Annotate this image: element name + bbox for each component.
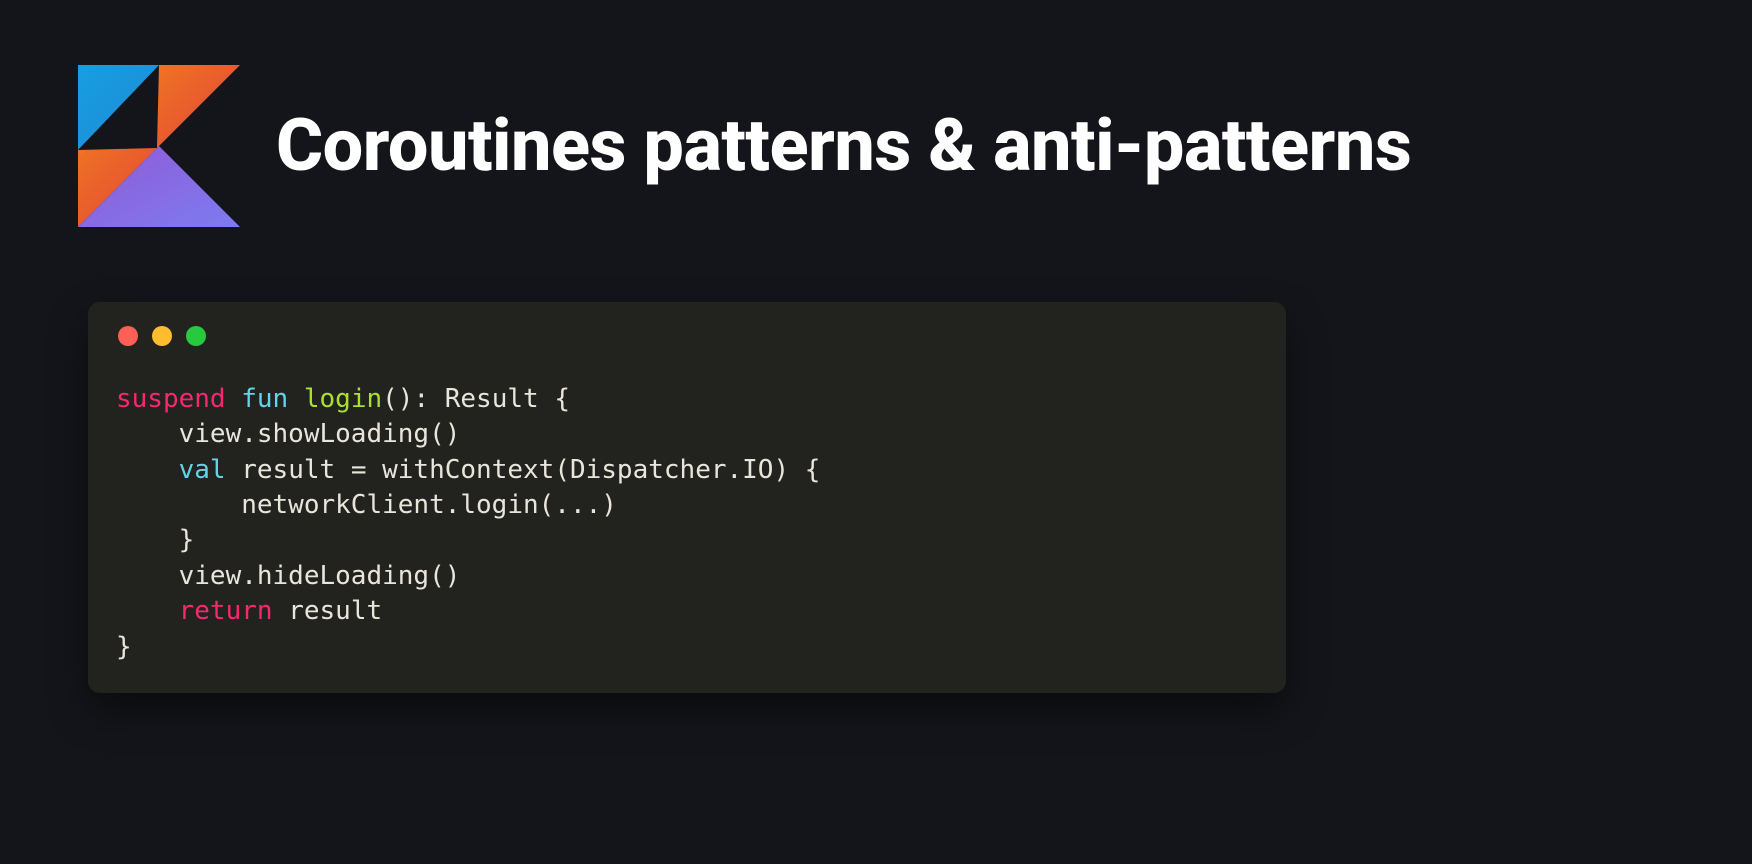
- code-line: result = withContext(Dispatcher.IO) {: [226, 455, 821, 485]
- code-panel: suspend fun login(): Result { view.showL…: [88, 302, 1286, 693]
- code-line: result: [273, 596, 383, 626]
- window-traffic-lights: [116, 326, 1258, 346]
- kw-suspend: suspend: [116, 384, 226, 414]
- code-line: networkClient.login(...): [116, 490, 617, 520]
- page-title: Coroutines patterns & anti-patterns: [276, 106, 1411, 187]
- code-line: }: [116, 632, 132, 662]
- sig-rest: (): Result {: [382, 384, 570, 414]
- kw-return: return: [179, 596, 273, 626]
- code-line: view.showLoading(): [116, 419, 460, 449]
- code-block: suspend fun login(): Result { view.showL…: [116, 382, 1258, 665]
- header: Coroutines patterns & anti-patterns: [0, 0, 1752, 230]
- kw-val: val: [179, 455, 226, 485]
- kw-fun: fun: [241, 384, 288, 414]
- fn-name: login: [304, 384, 382, 414]
- code-line: view.hideLoading(): [116, 561, 460, 591]
- close-icon: [118, 326, 138, 346]
- kotlin-logo-icon: [78, 62, 240, 230]
- code-line: }: [116, 525, 194, 555]
- zoom-icon: [186, 326, 206, 346]
- minimize-icon: [152, 326, 172, 346]
